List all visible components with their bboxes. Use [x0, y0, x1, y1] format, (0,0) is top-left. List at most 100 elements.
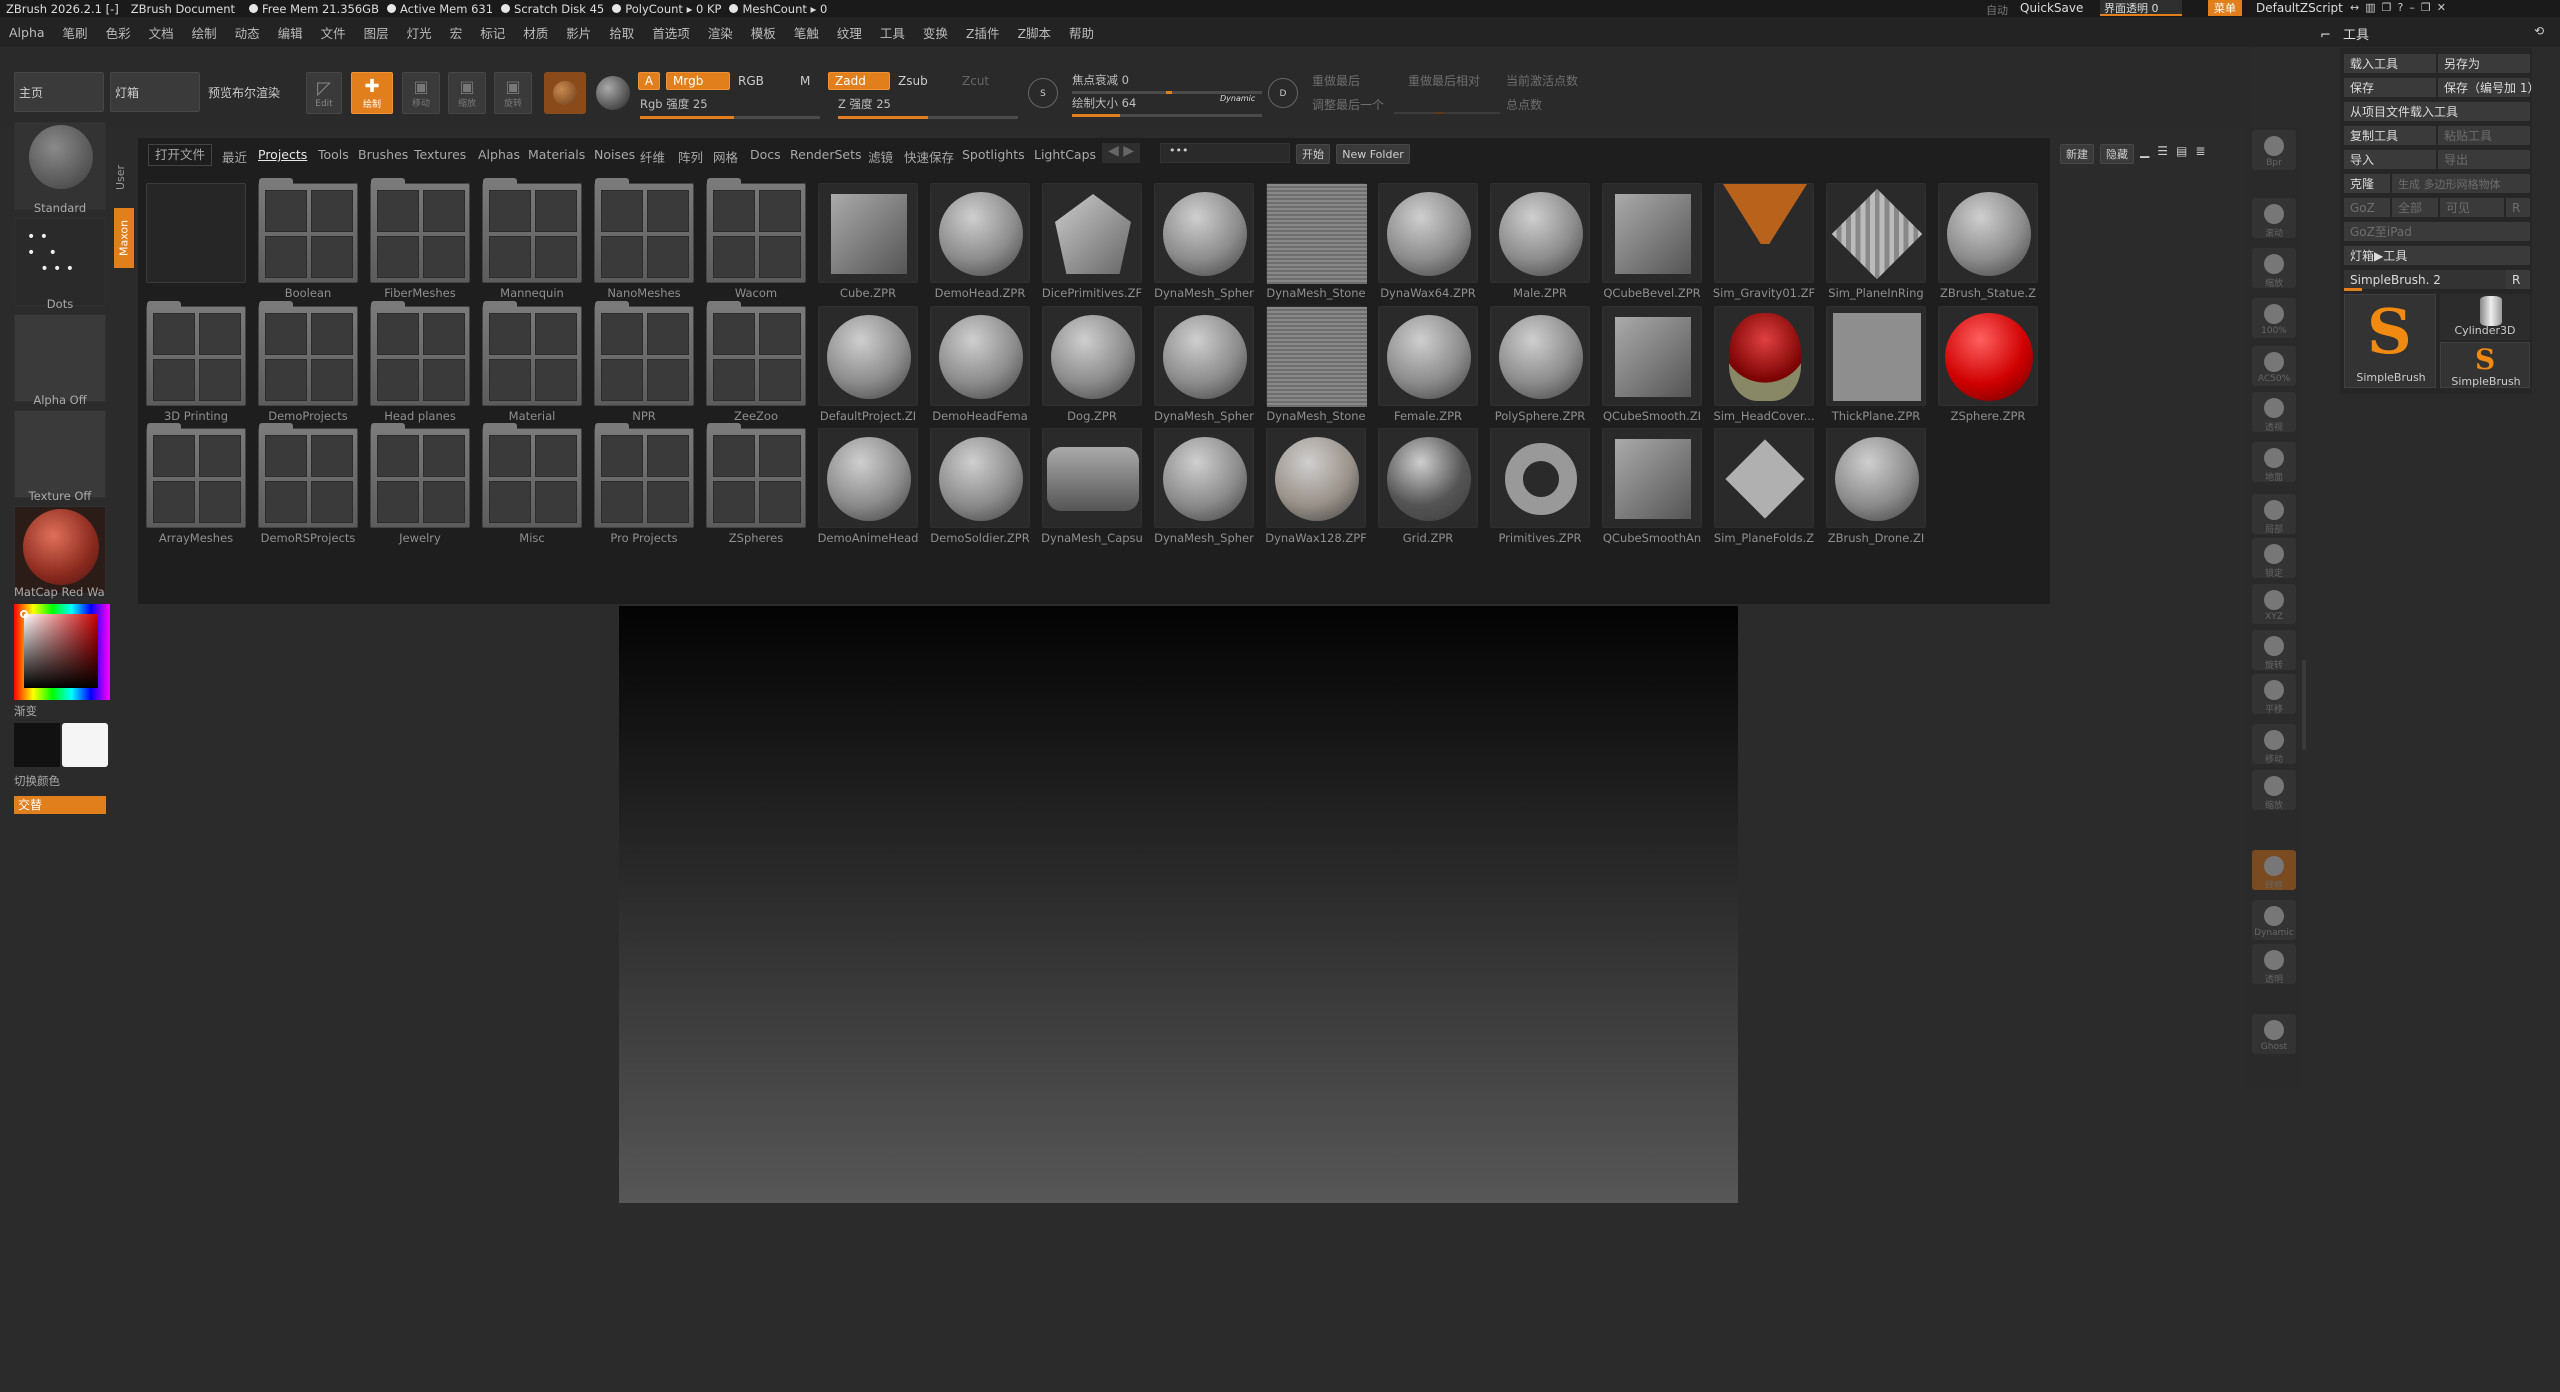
zsub-button[interactable]: Zsub	[898, 74, 928, 88]
new-button[interactable]: 新建	[2060, 144, 2094, 164]
dynamic-button[interactable]: Dynamic	[1220, 94, 1255, 103]
folder-tile[interactable]	[370, 423, 470, 528]
folder-tile[interactable]	[594, 178, 694, 283]
lightbox-button[interactable]: 灯箱	[110, 72, 200, 112]
m-button[interactable]: M	[800, 74, 810, 88]
folder-tile[interactable]	[370, 301, 470, 406]
browser-nav-12[interactable]: Docs	[750, 147, 781, 162]
browser-nav-10[interactable]: 阵列	[678, 147, 703, 166]
project-file-tile[interactable]	[930, 428, 1030, 528]
shelf-button-6[interactable]: 地面	[2252, 442, 2296, 483]
simplebrush-tool-large[interactable]: S SimpleBrush	[2344, 294, 2436, 388]
project-file-tile[interactable]	[1714, 306, 1814, 406]
a-button[interactable]: A	[638, 72, 660, 90]
home-button[interactable]: 主页	[14, 72, 104, 112]
save-increment-button[interactable]: 保存（编号加 1）	[2438, 78, 2539, 97]
simplebrush-tool-small[interactable]: S SimpleBrush	[2440, 342, 2530, 388]
menu-item[interactable]: 笔触	[785, 23, 828, 42]
browser-nav-8[interactable]: Noises	[594, 147, 635, 162]
tool-palette-pin-icon[interactable]: ⌐	[2320, 28, 2331, 43]
menu-item[interactable]: 首选项	[643, 23, 699, 42]
project-file-tile[interactable]	[930, 183, 1030, 283]
browser-nav-6[interactable]: Alphas	[478, 147, 520, 162]
folder-tile[interactable]	[706, 423, 806, 528]
details-view-icon[interactable]: ≣	[2195, 144, 2213, 158]
material-thumb-button[interactable]	[544, 72, 586, 114]
browser-nav-0[interactable]: 打开文件	[148, 144, 213, 166]
scale-button[interactable]: ▣ 缩放	[448, 72, 486, 114]
browser-nav-5[interactable]: Textures	[414, 147, 466, 162]
browser-nav-17[interactable]: LightCaps	[1034, 147, 1096, 162]
shelf-button-1[interactable]: 滚动	[2252, 198, 2296, 239]
folder-tile[interactable]	[706, 178, 806, 283]
browser-nav-9[interactable]: 纤维	[640, 147, 665, 166]
project-file-tile[interactable]	[1042, 306, 1142, 406]
zadd-button[interactable]: Zadd	[828, 72, 890, 90]
project-file-tile[interactable]	[1602, 306, 1702, 406]
menu-item[interactable]: 动态	[226, 23, 269, 42]
sculptris-s-icon[interactable]: S	[1028, 78, 1058, 108]
menu-item[interactable]: 绘制	[183, 23, 226, 42]
project-file-tile[interactable]	[1266, 428, 1366, 528]
project-file-tile[interactable]	[930, 306, 1030, 406]
alpha-thumb[interactable]	[14, 314, 106, 402]
menus-button[interactable]: 菜单	[2208, 0, 2242, 16]
browser-nav-13[interactable]: RenderSets	[790, 147, 862, 162]
make-polymesh-button[interactable]: 生成 多边形网格物体	[2392, 174, 2530, 193]
project-file-tile[interactable]	[818, 183, 918, 283]
restore-icon[interactable]: ❐	[2421, 1, 2437, 14]
window-icon[interactable]: ❐	[2382, 1, 2398, 14]
shelf-button-5[interactable]: 透视	[2252, 392, 2296, 433]
shelf-button-9[interactable]: XYZ	[2252, 584, 2296, 624]
minimize-icon[interactable]: –	[2409, 1, 2421, 14]
menu-item[interactable]: 编辑	[269, 23, 312, 42]
folder-tile[interactable]	[482, 301, 582, 406]
menu-item[interactable]: 宏	[441, 23, 472, 42]
folder-tile[interactable]	[146, 301, 246, 406]
folder-tile[interactable]	[258, 178, 358, 283]
brush-thumb[interactable]	[14, 122, 106, 210]
color-picker-hue[interactable]	[14, 604, 110, 700]
menu-item[interactable]: 材质	[514, 23, 557, 42]
zcut-button[interactable]: Zcut	[962, 74, 989, 88]
prev-next-icons[interactable]: ◀ ▶	[1102, 143, 1140, 163]
project-file-tile[interactable]	[1826, 428, 1926, 528]
folder-tile[interactable]	[482, 178, 582, 283]
shelf-button-4[interactable]: AC50%	[2252, 346, 2296, 386]
cylinder3d-tool[interactable]: Cylinder3D	[2440, 294, 2530, 340]
project-file-tile[interactable]	[818, 306, 918, 406]
main-color-swatch[interactable]	[14, 723, 60, 767]
preview-render-button[interactable]: 预览布尔渲染	[208, 84, 280, 101]
project-file-tile[interactable]	[1602, 183, 1702, 283]
secondary-color-swatch[interactable]	[62, 723, 108, 767]
current-tool-slider[interactable]: SimpleBrush. 2	[2344, 270, 2506, 289]
mrgb-button[interactable]: Mrgb	[666, 72, 730, 90]
default-zscript-button[interactable]: DefaultZScript	[2256, 1, 2343, 15]
texture-thumb[interactable]	[14, 410, 106, 498]
paste-tool-button[interactable]: 粘贴工具	[2438, 126, 2530, 145]
color-picker-handle[interactable]	[20, 610, 28, 618]
goz-r-button[interactable]: R	[2506, 198, 2530, 217]
project-file-tile[interactable]	[1154, 306, 1254, 406]
menu-item[interactable]: 文件	[312, 23, 355, 42]
project-file-tile[interactable]	[1154, 183, 1254, 283]
menu-item[interactable]: 模板	[742, 23, 785, 42]
project-file-tile[interactable]	[1378, 428, 1478, 528]
browser-nav-1[interactable]: 最近	[222, 147, 247, 166]
menu-item[interactable]: 文档	[140, 23, 183, 42]
project-file-tile[interactable]	[1714, 428, 1814, 528]
shelf-button-12[interactable]: 移动	[2252, 724, 2296, 765]
draw-button[interactable]: ✚ 绘制	[351, 72, 393, 114]
shelf-button-2[interactable]: 缩放	[2252, 248, 2296, 289]
project-file-tile[interactable]	[1378, 306, 1478, 406]
stroke-thumb[interactable]: • • • • • • •	[14, 218, 106, 306]
shelf-button-3[interactable]: 100%	[2252, 298, 2296, 338]
move-button[interactable]: ▣ 移动	[402, 72, 440, 114]
parent-folder-tile[interactable]	[146, 183, 246, 283]
grid-view-icon[interactable]: ▤	[2176, 144, 2195, 158]
menu-item[interactable]: Alpha	[0, 25, 54, 40]
shelf-button-7[interactable]: 局部	[2252, 494, 2296, 535]
menu-item[interactable]: 纹理	[828, 23, 871, 42]
rgb-intensity-slider[interactable]: Rgb 强度 25	[640, 96, 820, 119]
shelf-button-14[interactable]: 线框	[2252, 850, 2296, 891]
